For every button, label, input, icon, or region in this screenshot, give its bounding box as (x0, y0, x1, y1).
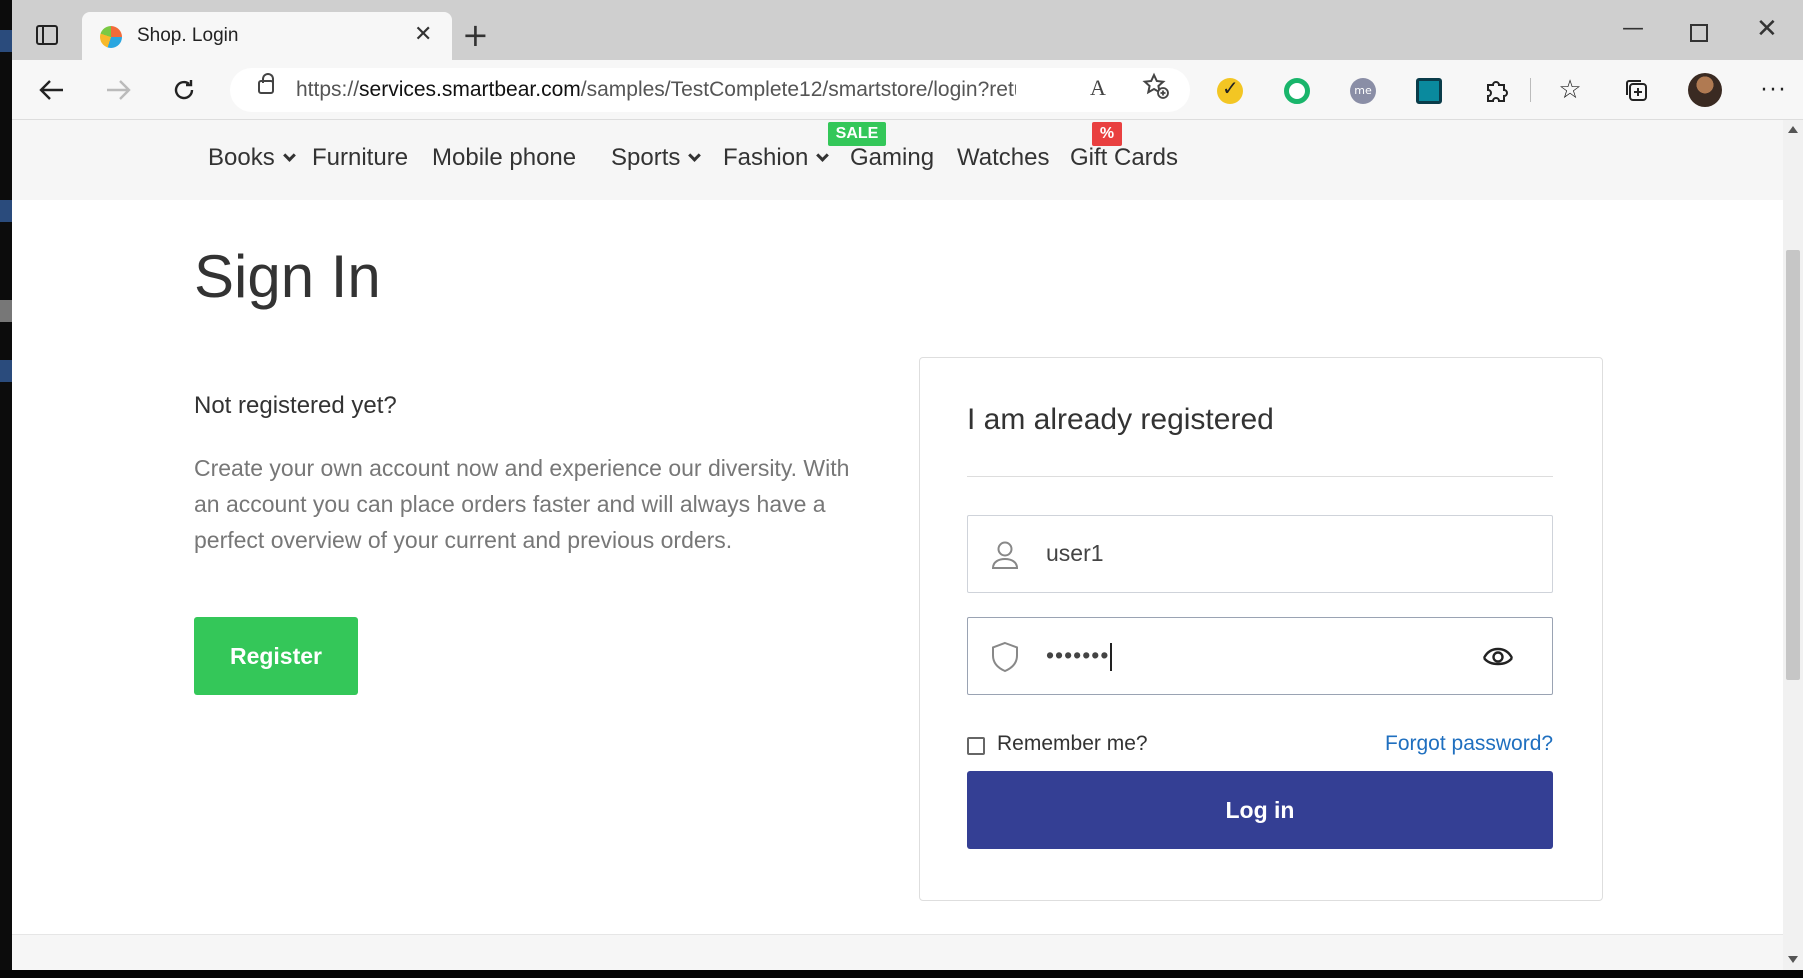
desktop-background-strip (0, 0, 12, 978)
not-registered-heading: Not registered yet? (194, 392, 397, 419)
nav-item-label: Sports (611, 144, 681, 171)
collections-button[interactable] (1618, 72, 1654, 108)
nav-item-furniture[interactable]: Furniture (312, 144, 408, 172)
window-close-button[interactable]: ✕ (1756, 14, 1778, 44)
page-content: Books Furniture Mobile phone Sports Fash… (12, 120, 1783, 970)
scroll-up-arrow-icon[interactable] (1788, 126, 1798, 133)
star-icon: ☆ (1558, 75, 1582, 105)
browser-tab[interactable]: Shop. Login ✕ (82, 12, 452, 60)
login-button[interactable]: Log in (967, 771, 1553, 849)
desktop-icon-fragment (0, 30, 12, 52)
chevron-down-icon (282, 149, 296, 162)
nav-item-gift-cards[interactable]: Gift Cards (1070, 144, 1178, 172)
minimize-button[interactable]: — (1622, 14, 1644, 44)
back-button[interactable] (34, 72, 70, 108)
refresh-icon (174, 80, 194, 100)
extension-me-icon[interactable]: me (1350, 78, 1376, 104)
login-heading: I am already registered (967, 403, 1274, 436)
browser-toolbar: https://services.smartbear.com/samples/T… (12, 60, 1803, 120)
username-field[interactable]: user1 (967, 515, 1553, 593)
percent-badge: % (1092, 122, 1122, 146)
nav-item-sports[interactable]: Sports (611, 144, 702, 172)
register-button[interactable]: Register (194, 617, 358, 695)
category-nav: Books Furniture Mobile phone Sports Fash… (12, 120, 1783, 200)
eye-icon[interactable] (1480, 640, 1516, 674)
extension-square-icon[interactable] (1416, 78, 1442, 104)
add-favorite-icon[interactable] (1142, 72, 1170, 107)
register-description: Create your own account now and experien… (194, 455, 850, 553)
desktop-icon-fragment (0, 360, 12, 382)
arrow-right-icon (107, 80, 131, 100)
password-field[interactable]: ••••••• (967, 617, 1553, 695)
scroll-down-arrow-icon[interactable] (1788, 956, 1798, 963)
nav-item-fashion[interactable]: Fashion (723, 144, 830, 172)
password-value[interactable]: ••••••• (1046, 642, 1112, 671)
favorites-button[interactable]: ☆ (1552, 72, 1588, 108)
toolbar-divider (1530, 78, 1531, 102)
tab-actions-button[interactable] (32, 20, 62, 50)
extensions-button[interactable] (1478, 72, 1514, 108)
url-host: services.smartbear.com (359, 78, 581, 101)
desktop-icon-fragment (0, 300, 12, 322)
desktop-icon-fragment (0, 200, 12, 222)
tab-title: Shop. Login (137, 25, 239, 46)
forward-button[interactable] (100, 72, 136, 108)
shop-favicon-icon (100, 26, 122, 48)
nav-item-mobile-phone[interactable]: Mobile phone (432, 144, 576, 172)
browser-window: Shop. Login ✕ + — ✕ https://services.sma… (12, 0, 1803, 970)
nav-item-label: Books (208, 144, 275, 171)
reload-button[interactable] (166, 72, 202, 108)
maximize-button[interactable] (1690, 24, 1708, 42)
new-tab-button[interactable]: + (462, 19, 489, 51)
login-divider (967, 476, 1553, 477)
tab-bar: Shop. Login ✕ + — ✕ (12, 0, 1803, 60)
arrow-left-icon (39, 80, 63, 100)
shield-icon (992, 641, 1018, 673)
url-scheme: https:// (296, 78, 360, 101)
footer-strip (12, 934, 1783, 970)
chevron-down-icon (688, 149, 702, 162)
page-title: Sign In (194, 243, 381, 310)
read-aloud-icon[interactable]: A (1090, 75, 1106, 101)
url-text[interactable]: https://services.smartbear.com/samples/T… (296, 78, 1016, 102)
address-bar[interactable]: https://services.smartbear.com/samples/T… (230, 68, 1190, 112)
sale-badge: SALE (828, 122, 886, 146)
remember-me-label[interactable]: Remember me? (997, 732, 1148, 756)
collections-icon (1626, 80, 1647, 101)
scroll-thumb[interactable] (1786, 250, 1800, 680)
login-card: I am already registered user1 ••••••• Re… (919, 357, 1603, 901)
url-path: /samples/TestComplete12/smartstore/login… (580, 78, 1016, 101)
puzzle-icon (1487, 81, 1508, 102)
username-value[interactable]: user1 (1046, 540, 1104, 567)
page-scrollbar[interactable] (1783, 120, 1803, 970)
remember-me-checkbox[interactable] (967, 737, 985, 755)
nav-item-gaming[interactable]: Gaming (850, 144, 934, 172)
taskbar-edge (0, 970, 1803, 978)
more-menu-button[interactable]: ··· (1756, 72, 1792, 108)
user-icon (991, 541, 1019, 569)
forgot-password-link[interactable]: Forgot password? (1385, 732, 1553, 756)
tab-actions-icon (36, 25, 58, 45)
nav-item-watches[interactable]: Watches (957, 144, 1049, 172)
nav-item-books[interactable]: Books (208, 144, 296, 172)
extension-check-icon[interactable] (1217, 76, 1243, 104)
chevron-down-icon (816, 149, 830, 162)
nav-item-label: Fashion (723, 144, 809, 171)
tab-close-button[interactable]: ✕ (414, 21, 432, 49)
lock-icon[interactable] (258, 73, 274, 94)
extension-ring-icon[interactable] (1284, 78, 1310, 104)
profile-avatar[interactable] (1688, 73, 1722, 107)
